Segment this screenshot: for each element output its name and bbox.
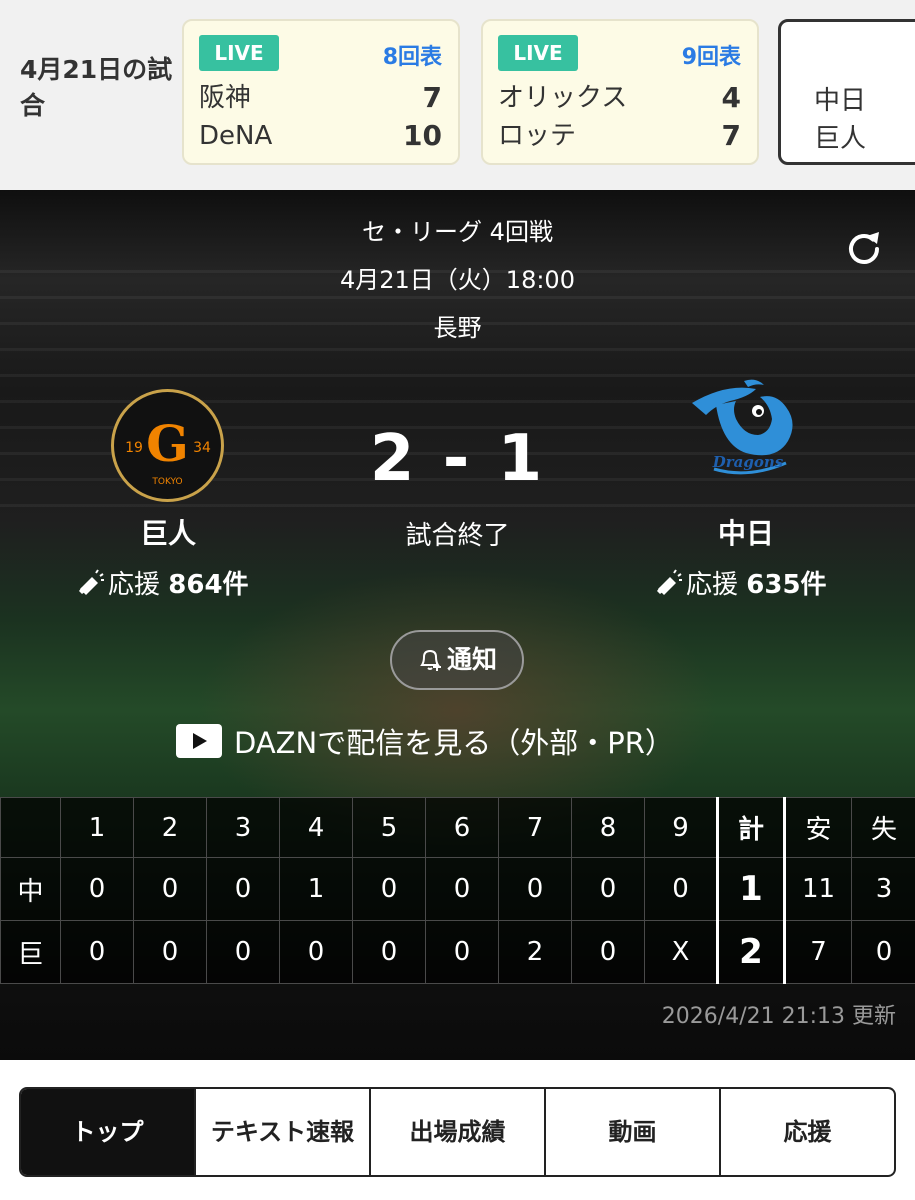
errors-cell: 3 <box>851 857 915 921</box>
scoreboard: 1 2 3 4 5 6 7 8 9 計 安 失 中 0 0 0 1 0 0 0 … <box>0 797 915 984</box>
home-cheer-count[interactable]: 応援 864件 <box>76 564 249 601</box>
refresh-icon[interactable] <box>843 228 885 270</box>
games-strip: 4月21日の試合 LIVE 8回表 阪神 7 DeNA 10 LIVE 9回表 … <box>0 0 915 190</box>
inning-cell: 1 <box>279 857 353 921</box>
header-cell <box>0 797 61 858</box>
team-name: オリックス <box>498 83 628 113</box>
notify-button[interactable]: 通知 <box>390 630 524 690</box>
match-hero: セ・リーグ 4回戦 4月21日（火）18:00 長野 G 19 34 TOKYO… <box>0 190 915 1060</box>
updated-timestamp: 2026/4/21 21:13 更新 <box>661 1004 896 1029</box>
game-card-hanshin-dena[interactable]: LIVE 8回表 阪神 7 DeNA 10 <box>182 19 460 165</box>
header-cell: 1 <box>60 797 134 858</box>
away-team-name[interactable]: 中日 <box>646 512 846 552</box>
team-score: 7 <box>721 119 741 152</box>
header-cell: 5 <box>352 797 426 858</box>
away-cheer-count[interactable]: 応援 635件 <box>654 564 827 601</box>
content-tabs: トップ テキスト速報 出場成績 動画 応援 <box>19 1087 896 1177</box>
play-icon <box>176 724 222 758</box>
header-cell: 8 <box>571 797 645 858</box>
live-badge: LIVE <box>199 35 279 71</box>
inning-cell: 0 <box>644 857 718 921</box>
errors-cell: 0 <box>851 920 915 984</box>
game-card-orix-lotte[interactable]: LIVE 9回表 オリックス 4 ロッテ 7 <box>481 19 759 165</box>
inning-cell: 0 <box>352 857 426 921</box>
dazn-link[interactable]: DAZNで配信を見る（外部・PR） <box>176 720 674 762</box>
inning-cell: 0 <box>133 920 207 984</box>
inning-cell: 0 <box>425 920 499 984</box>
inning-label: 9回表 <box>681 45 741 70</box>
inning-cell: 0 <box>279 920 353 984</box>
team-name: 中日 <box>814 86 867 116</box>
team-row: 中日 <box>796 82 915 120</box>
team-name: DeNA <box>199 121 273 151</box>
bell-plus-icon <box>420 649 441 671</box>
header-cell: 失 <box>851 797 915 858</box>
team-name: ロッテ <box>498 121 577 151</box>
row-team: 中 <box>0 857 61 921</box>
team-row: 巨人 <box>796 120 915 158</box>
cheer-label: 応援 <box>686 570 739 600</box>
team-name: 阪神 <box>199 83 252 113</box>
hits-cell: 11 <box>784 857 852 921</box>
header-cell: 2 <box>133 797 207 858</box>
total-runs: 2 <box>716 920 786 984</box>
header-cell: 安 <box>784 797 852 858</box>
inning-cell: 2 <box>498 920 572 984</box>
inning-label: 8回表 <box>382 45 442 70</box>
team-score: 4 <box>721 81 741 114</box>
header-cell: 6 <box>425 797 499 858</box>
inning-cell: 0 <box>206 857 280 921</box>
inning-cell: 0 <box>60 857 134 921</box>
header-cell-total: 計 <box>716 797 786 858</box>
date-label: 4月21日の試合 <box>20 55 173 120</box>
tab-player-stats[interactable]: 出場成績 <box>369 1089 544 1175</box>
header-cell: 3 <box>206 797 280 858</box>
scoreboard-row-giants: 巨 0 0 0 0 0 0 2 0 X 2 7 0 <box>0 920 915 984</box>
team-score: 10 <box>403 119 442 152</box>
megaphone-icon <box>79 569 104 595</box>
team-row: オリックス 4 <box>498 79 741 117</box>
inning-cell: 0 <box>60 920 134 984</box>
live-badge: LIVE <box>498 35 578 71</box>
inning-cell: 0 <box>133 857 207 921</box>
team-row: DeNA 10 <box>199 117 442 155</box>
match-datetime: 4月21日（火）18:00 <box>340 266 575 294</box>
header-cell: 9 <box>644 797 718 858</box>
team-name: 巨人 <box>814 124 867 154</box>
header-cell: 7 <box>498 797 572 858</box>
league-label: セ・リーグ 4回戦 <box>362 218 553 246</box>
inning-cell: 0 <box>498 857 572 921</box>
tab-top[interactable]: トップ <box>21 1089 194 1175</box>
cheer-number: 635件 <box>746 570 827 600</box>
notify-label: 通知 <box>446 645 497 674</box>
dazn-label: DAZNで配信を見る（外部・PR） <box>234 726 674 760</box>
header-cell: 4 <box>279 797 353 858</box>
venue-label: 長野 <box>433 314 482 342</box>
hits-cell: 7 <box>784 920 852 984</box>
row-team: 巨 <box>0 920 61 984</box>
inning-cell: 0 <box>571 857 645 921</box>
cheer-number: 864件 <box>168 570 249 600</box>
megaphone-icon <box>657 569 682 595</box>
inning-cell: 0 <box>352 920 426 984</box>
game-card-chunichi-giants-selected[interactable]: 中日 巨人 <box>778 19 915 165</box>
match-score: 2 - 1 <box>369 422 546 496</box>
inning-cell: 0 <box>425 857 499 921</box>
team-row: ロッテ 7 <box>498 117 741 155</box>
tab-text-live[interactable]: テキスト速報 <box>194 1089 369 1175</box>
inning-cell: X <box>644 920 718 984</box>
scoreboard-header: 1 2 3 4 5 6 7 8 9 計 安 失 <box>0 797 915 858</box>
home-team-name[interactable]: 巨人 <box>68 512 268 552</box>
team-row: 阪神 7 <box>199 79 442 117</box>
inning-cell: 0 <box>571 920 645 984</box>
inning-cell: 0 <box>206 920 280 984</box>
team-score: 7 <box>422 81 442 114</box>
tab-cheer[interactable]: 応援 <box>719 1089 894 1175</box>
scoreboard-row-chunichi: 中 0 0 0 1 0 0 0 0 0 1 11 3 <box>0 857 915 921</box>
total-runs: 1 <box>716 857 786 921</box>
tab-video[interactable]: 動画 <box>544 1089 719 1175</box>
cheer-label: 応援 <box>108 570 161 600</box>
